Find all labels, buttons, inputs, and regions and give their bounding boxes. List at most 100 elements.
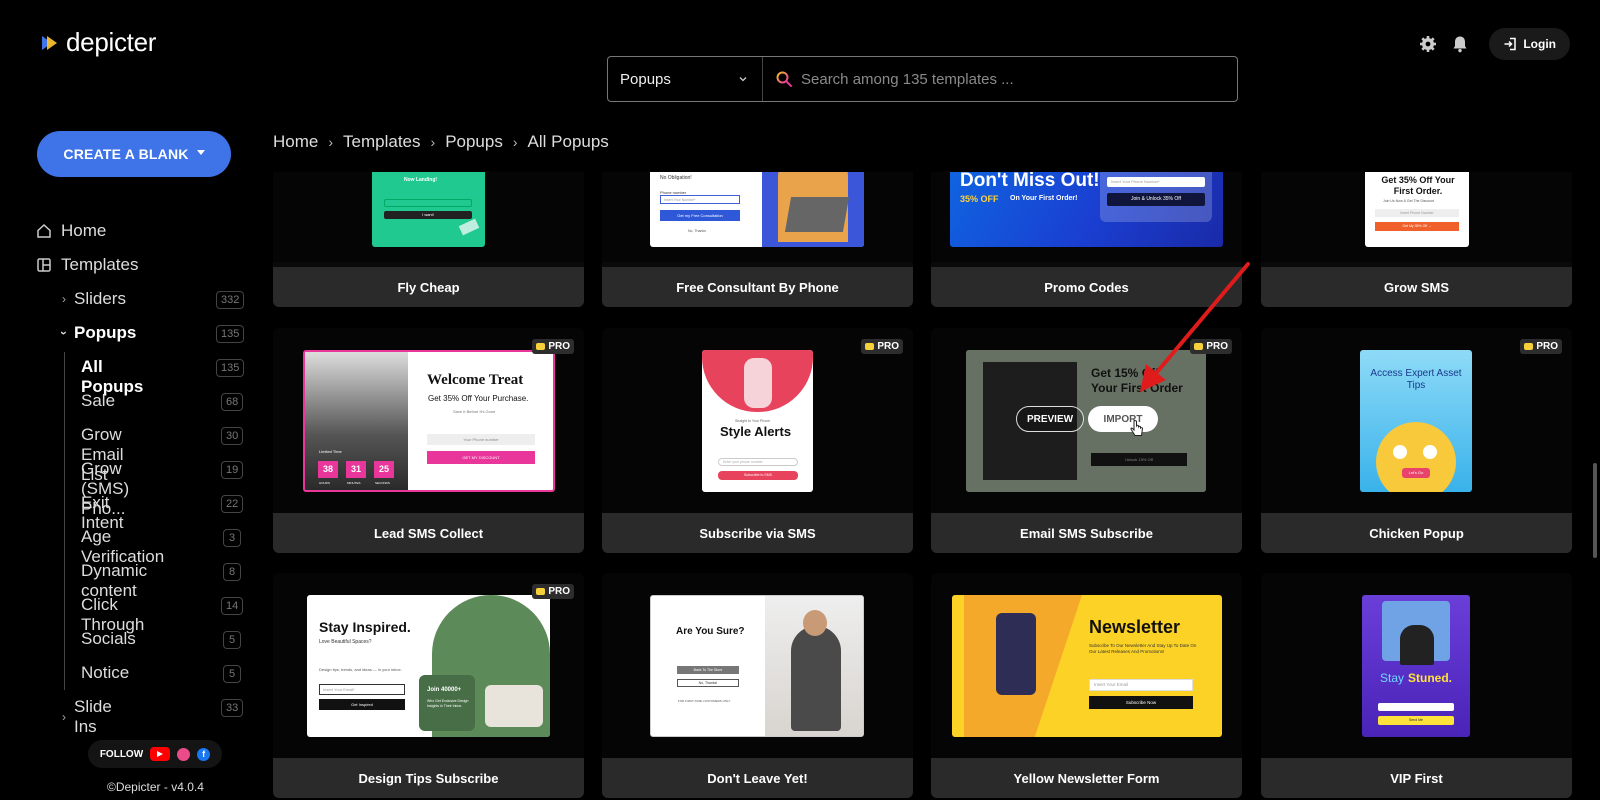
template-card[interactable]: Now Landing! I want! Fly Cheap bbox=[273, 172, 584, 307]
template-preview: Now Landing! I want! bbox=[273, 172, 584, 262]
sidebar-item-slide-ins[interactable]: › Slide Ins bbox=[62, 697, 112, 737]
thumb-text: Love Beautiful Spaces? bbox=[319, 639, 372, 645]
template-card[interactable]: Newsletter Subscribe To Our Newsletter A… bbox=[931, 573, 1242, 798]
template-preview: Access Expert Asset Tips Let's Go PRO bbox=[1261, 328, 1572, 513]
chevron-right-icon: › bbox=[512, 134, 518, 150]
gear-icon[interactable] bbox=[1417, 33, 1439, 55]
sidebar-item-notice[interactable]: Notice bbox=[81, 663, 129, 683]
template-preview: Limited Time 38 31 25 HOURS MINUTES SECO… bbox=[273, 328, 584, 513]
thumb-text: Are You Sure? bbox=[676, 626, 745, 637]
pro-badge: PRO bbox=[1520, 339, 1562, 354]
thumb-button: Back To The Store bbox=[677, 666, 739, 674]
breadcrumb-popups[interactable]: Popups bbox=[445, 132, 503, 152]
import-button[interactable]: IMPORT bbox=[1088, 406, 1158, 432]
breadcrumb-templates[interactable]: Templates bbox=[343, 132, 420, 152]
thumb-button: Subscribe Now bbox=[1089, 696, 1193, 709]
preview-button[interactable]: PREVIEW bbox=[1016, 406, 1084, 432]
thumb-input: Insert Your Number* bbox=[660, 195, 740, 204]
category-select[interactable]: Popups bbox=[608, 57, 763, 101]
thumbnail: Stay Inspired. Love Beautiful Spaces? De… bbox=[307, 595, 550, 737]
sidebar-item-label: Notice bbox=[81, 663, 130, 682]
template-card[interactable]: Are You Sure? Back To The Store No, Than… bbox=[602, 573, 913, 798]
thumb-text: Get 35% Off Your Purchase. bbox=[428, 394, 529, 403]
crown-icon bbox=[536, 343, 546, 350]
thumb-button: I want! bbox=[384, 211, 472, 219]
count-badge: 8 bbox=[223, 563, 241, 581]
crown-icon bbox=[536, 588, 546, 595]
sidebar-item-label: Slide Ins bbox=[74, 697, 112, 736]
template-card[interactable]: Stay Inspired. Love Beautiful Spaces? De… bbox=[273, 573, 584, 798]
template-search: Popups bbox=[607, 56, 1238, 102]
template-card[interactable]: Limited Time 38 31 25 HOURS MINUTES SECO… bbox=[273, 328, 584, 553]
thumb-text: Stuned. bbox=[1408, 671, 1452, 685]
sidebar-item-sliders[interactable]: › Sliders bbox=[62, 289, 126, 309]
count-badge: 332 bbox=[216, 291, 245, 309]
facebook-icon[interactable]: f bbox=[197, 747, 211, 761]
template-preview: Get 35% Off Your First Order. Join Us No… bbox=[1261, 172, 1572, 262]
thumbnail: No Obligation! Phone number Insert Your … bbox=[650, 172, 864, 247]
thumb-text: Get 35% Off Your First Order. bbox=[1381, 175, 1455, 196]
thumbnail: Don't Miss Out! 35% OFF On Your First Or… bbox=[950, 172, 1223, 247]
search-icon bbox=[776, 71, 792, 87]
template-preview: Don't Miss Out! 35% OFF On Your First Or… bbox=[931, 172, 1242, 262]
thumb-text: On Your First Order! bbox=[1010, 195, 1078, 202]
header-tools: Login bbox=[1417, 28, 1570, 60]
sidebar-item-templates[interactable]: Templates bbox=[36, 255, 138, 275]
chevron-right-icon: › bbox=[62, 292, 66, 306]
template-title: Fly Cheap bbox=[273, 267, 584, 307]
thumbnail: Access Expert Asset Tips Let's Go bbox=[1360, 350, 1472, 492]
template-title: Yellow Newsletter Form bbox=[931, 758, 1242, 798]
sidebar-item-label: Templates bbox=[61, 255, 139, 274]
count-badge: 14 bbox=[221, 597, 244, 615]
chevron-right-icon: › bbox=[328, 134, 334, 150]
template-card[interactable]: Get 35% Off Your First Order. Join Us No… bbox=[1261, 172, 1572, 307]
thumb-input: Your Phone number bbox=[427, 434, 535, 445]
thumb-text: FOR FIRST-TIME CUSTOMERS ONLY bbox=[678, 699, 731, 703]
template-card[interactable]: Access Expert Asset Tips Let's Go PRO Ch… bbox=[1261, 328, 1572, 553]
thumbnail: Now Landing! I want! bbox=[372, 172, 485, 247]
login-button[interactable]: Login bbox=[1489, 28, 1570, 60]
sidebar-item-label: Popups bbox=[74, 323, 137, 342]
thumb-button: Let's Go bbox=[1402, 468, 1430, 478]
thumb-text: Newsletter bbox=[1089, 617, 1181, 637]
bell-icon[interactable] bbox=[1449, 33, 1471, 55]
thumb-text: Straight to Your Phone bbox=[735, 419, 771, 423]
chevron-down-icon: › bbox=[57, 331, 71, 335]
thumb-text: Don't Miss Out! bbox=[960, 172, 1100, 191]
sidebar-item-socials[interactable]: Socials bbox=[81, 629, 136, 649]
thumb-text: 35% OFF bbox=[960, 194, 999, 204]
template-preview: Are You Sure? Back To The Store No, Than… bbox=[602, 573, 913, 758]
thumb-text: Welcome Treat bbox=[427, 372, 524, 388]
template-card[interactable]: No Obligation! Phone number Insert Your … bbox=[602, 172, 913, 307]
thumbnail: Get 35% Off Your First Order. Join Us No… bbox=[1365, 172, 1469, 247]
sidebar-item-home[interactable]: Home bbox=[36, 221, 106, 241]
search-input[interactable] bbox=[793, 57, 1237, 101]
sidebar-item-popups[interactable]: › Popups bbox=[57, 323, 137, 343]
thumb-button: Join & Unlock 35% Off bbox=[1107, 193, 1205, 206]
scrollbar[interactable] bbox=[1593, 463, 1597, 558]
template-preview: Stay Stuned. Send Me bbox=[1261, 573, 1572, 758]
pro-label: PRO bbox=[548, 586, 570, 597]
timer-minutes: 31 bbox=[346, 461, 366, 478]
template-title: Email SMS Subscribe bbox=[931, 513, 1242, 553]
dribbble-icon[interactable] bbox=[177, 747, 191, 761]
thumb-input: Insert Your Email* bbox=[319, 684, 405, 695]
thumb-button: Subscribe to SMS bbox=[718, 471, 798, 480]
count-badge: 30 bbox=[221, 427, 244, 445]
breadcrumb-home[interactable]: Home bbox=[273, 132, 318, 152]
thumb-text: Subscribe To Our Newsletter And Stay Up … bbox=[1089, 643, 1197, 654]
thumb-text: Now Landing! bbox=[404, 177, 438, 183]
youtube-icon[interactable] bbox=[150, 747, 171, 761]
annotation-arrow-icon bbox=[1140, 262, 1250, 392]
template-card[interactable]: Stay Stuned. Send Me VIP First bbox=[1261, 573, 1572, 798]
template-title: Grow SMS bbox=[1261, 267, 1572, 307]
thumb-input: Enter your phone number bbox=[718, 458, 798, 466]
create-blank-button[interactable]: CREATE A BLANK bbox=[37, 131, 231, 177]
thumb-button: Get Inspired bbox=[319, 699, 405, 710]
thumb-input: Insert Phone Number bbox=[1375, 209, 1459, 217]
depicter-logo[interactable]: depicter bbox=[38, 27, 156, 58]
thumb-text: Stay bbox=[1380, 671, 1405, 685]
template-card[interactable]: Straight to Your Phone Style Alerts Ente… bbox=[602, 328, 913, 553]
sidebar-item-sale[interactable]: Sale bbox=[81, 391, 115, 411]
count-badge: 135 bbox=[216, 359, 245, 377]
